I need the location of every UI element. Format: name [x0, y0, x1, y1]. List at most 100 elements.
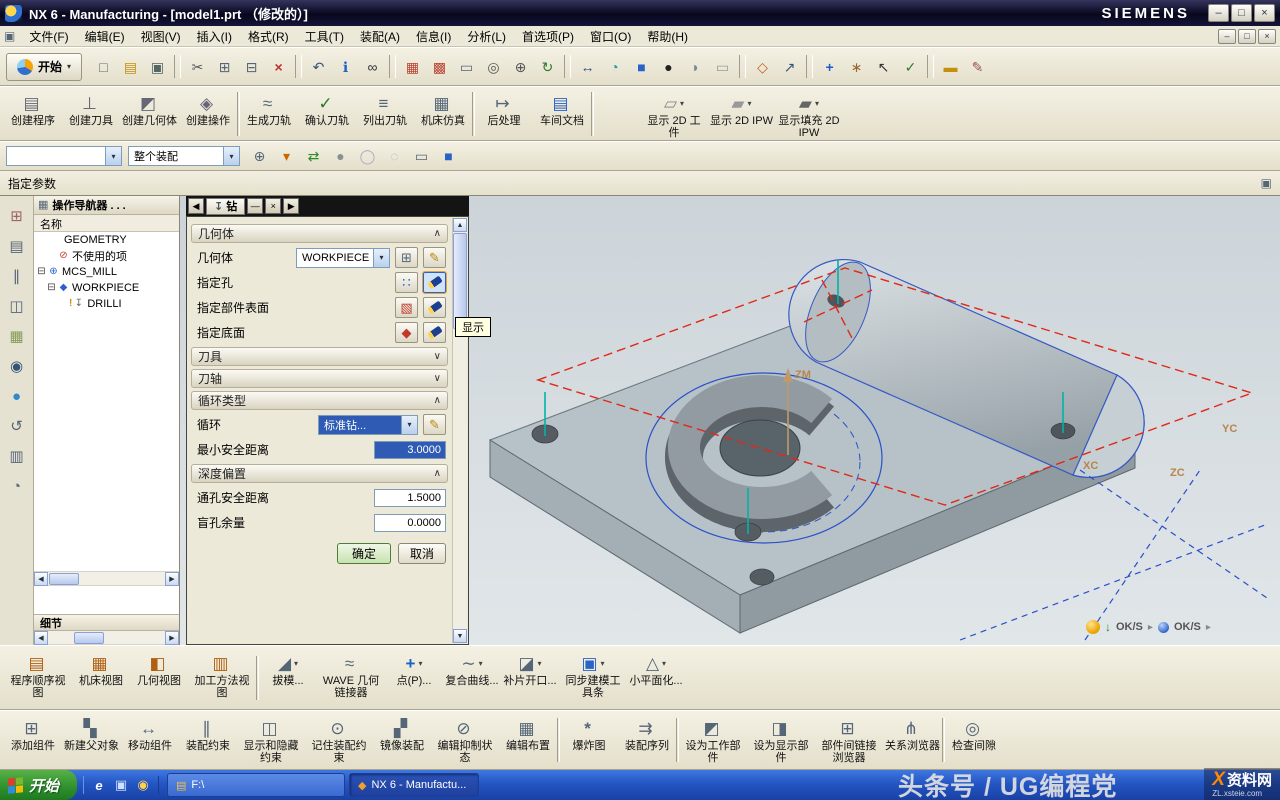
delete-icon[interactable]: × — [266, 55, 291, 78]
cut-icon[interactable]: ✂ — [185, 55, 210, 78]
selection-ok-icon[interactable]: ✓ — [898, 55, 923, 78]
display-bottom-button[interactable] — [423, 322, 446, 343]
point-constructor-icon[interactable]: + — [817, 55, 842, 78]
cycle-select[interactable]: 标准钻... ▾ — [318, 415, 418, 435]
snap-grid2-icon[interactable]: ▩ — [427, 55, 452, 78]
composite-curve-button[interactable]: ∼▾ 复合曲线... — [443, 649, 501, 688]
caret-right-icon[interactable]: ▸ — [1148, 622, 1153, 633]
dialog-collapse-button[interactable]: — — [247, 198, 263, 214]
zoom-in-icon[interactable]: ⊕ — [508, 55, 533, 78]
patch-opening-button[interactable]: ◪▾ 补片开口... — [501, 649, 559, 688]
new-file-icon[interactable]: □ — [91, 55, 116, 78]
name-column-header[interactable]: 名称 — [34, 215, 179, 232]
toolbar-separator[interactable] — [564, 55, 571, 78]
reuse-library-icon[interactable]: ▦ — [4, 324, 30, 348]
dialog-next-button[interactable]: ▶ — [283, 198, 299, 214]
scrollbar-thumb[interactable] — [49, 573, 79, 585]
tree-row[interactable]: ⊟ ⊕ MCS_MILL — [34, 264, 179, 280]
windows-start-button[interactable]: 开始 — [0, 770, 77, 800]
scrollbar-thumb[interactable] — [74, 632, 104, 644]
toolbar-separator[interactable] — [806, 55, 813, 78]
caret-right-icon[interactable]: ▸ — [1206, 622, 1211, 633]
show-2d-ipw-button[interactable]: ▰▾ 显示 2D IPW — [708, 89, 775, 128]
shaded-view-icon[interactable]: ◔ — [602, 55, 627, 78]
scroll-right-icon[interactable]: ▶ — [165, 631, 179, 645]
section-depth-offset[interactable]: 深度偏置 ∧ — [191, 464, 448, 483]
scroll-up-icon[interactable]: ▲ — [453, 218, 467, 232]
plane-icon[interactable]: ▭ — [710, 55, 735, 78]
relations-browser-button[interactable]: ⋔ 关系浏览器 — [883, 714, 942, 753]
synchronous-modeling-button[interactable]: ▣▾ 同步建模工具条 — [559, 649, 627, 700]
rotate-view-icon[interactable]: ↻ — [535, 55, 560, 78]
dialog-close-button[interactable]: × — [265, 198, 281, 214]
constraint-navigator-icon[interactable]: ∥ — [4, 264, 30, 288]
select-holes-button[interactable]: ∷ — [395, 272, 418, 293]
toolbar-separator[interactable] — [295, 55, 302, 78]
scroll-left-icon[interactable]: ◀ — [34, 631, 48, 645]
mirror-assembly-button[interactable]: ▞ 镜像装配 — [373, 714, 431, 753]
navigator-hscrollbar[interactable]: ◀ ▶ — [34, 572, 179, 586]
menu-item[interactable]: 文件(F) — [21, 26, 76, 47]
web-browser-icon[interactable]: ● — [4, 384, 30, 408]
selection-filter-combo[interactable]: ▾ — [6, 146, 122, 166]
list-toolpath-button[interactable]: ≡ 列出刀轨 — [356, 89, 414, 128]
visualization-icon[interactable]: ∞ — [360, 55, 385, 78]
roles-icon[interactable]: ◔ — [4, 474, 30, 498]
min-clearance-input[interactable]: 3.0000 — [374, 441, 446, 459]
assembly-constraints-button[interactable]: ∥ 装配约束 — [179, 714, 237, 753]
fit-view-icon[interactable]: ◎ — [481, 55, 506, 78]
snap-point-icon[interactable]: ⊕ — [247, 145, 272, 168]
snap-grid-icon[interactable]: ▦ — [400, 55, 425, 78]
menu-item[interactable]: 首选项(P) — [514, 26, 582, 47]
minimize-button[interactable]: – — [1208, 4, 1229, 22]
face-analysis-icon[interactable]: ◗ — [683, 55, 708, 78]
section-tool[interactable]: 刀具 ∨ — [191, 347, 448, 366]
menu-item[interactable]: 视图(V) — [133, 26, 189, 47]
create-program-button[interactable]: ▤ 创建程序 — [4, 89, 62, 128]
sphere-icon[interactable]: ● — [656, 55, 681, 78]
menu-item[interactable]: 工具(T) — [297, 26, 352, 47]
ok-button[interactable]: 确定 — [337, 543, 391, 564]
wave-geometry-linker-button[interactable]: ≈ WAVE 几何链接器 — [317, 649, 385, 700]
create-tool-button[interactable]: ⊥ 创建刀具 — [62, 89, 120, 128]
display-holes-button[interactable] — [423, 272, 446, 293]
toolbar-separator[interactable] — [739, 55, 746, 78]
annotate-icon[interactable]: ✎ — [965, 55, 990, 78]
datum-axis-icon[interactable]: ↗ — [777, 55, 802, 78]
create-operation-button[interactable]: ◈ 创建操作 — [179, 89, 237, 128]
make-displayed-part-button[interactable]: ◨ 设为显示部件 — [747, 714, 815, 765]
new-geometry-button[interactable]: ⊞ — [395, 247, 418, 268]
interpart-link-browser-button[interactable]: ⊞ 部件间链接浏览器 — [815, 714, 883, 765]
edit-cycle-button[interactable]: ✎ — [423, 414, 446, 435]
section-geometry[interactable]: 几何体 ∧ — [191, 224, 448, 243]
details-section-header[interactable]: 细节 — [34, 614, 179, 631]
cam-gap[interactable] — [594, 89, 640, 116]
child-close-button[interactable]: × — [1258, 29, 1276, 44]
scroll-right-icon[interactable]: ▶ — [165, 572, 179, 586]
show-hide-constraints-button[interactable]: ◫ 显示和隐藏约束 — [237, 714, 305, 765]
program-order-view-button[interactable]: ▤ 程序顺序视图 — [4, 649, 72, 700]
undo-icon[interactable]: ↶ — [306, 55, 331, 78]
solid-cube-icon[interactable]: ■ — [629, 55, 654, 78]
edit-geometry-button[interactable]: ✎ — [423, 247, 446, 268]
toolbar-separator[interactable] — [174, 55, 181, 78]
section-tool-axis[interactable]: 刀轴 ∨ — [191, 369, 448, 388]
palette-icon[interactable]: ▥ — [4, 444, 30, 468]
assembly-sequence-button[interactable]: ⇉ 装配序列 — [618, 714, 676, 753]
dialog-scrollbar[interactable]: ▲ ▼ — [452, 218, 467, 643]
edit-suppression-button[interactable]: ⊘ 编辑抑制状态 — [431, 714, 499, 765]
edit-arrangements-button[interactable]: ▦ 编辑布置 — [499, 714, 557, 753]
quick-desktop-icon[interactable]: ▣ — [112, 776, 130, 794]
history-icon[interactable]: ↺ — [4, 414, 30, 438]
selection-scope-combo[interactable]: 整个装配 ▾ — [128, 146, 240, 166]
prompt-collapse-icon[interactable]: ▣ — [1261, 176, 1272, 190]
show-filled-2d-ipw-button[interactable]: ▰▾ 显示填充 2D IPW — [775, 89, 843, 140]
machine-simulation-button[interactable]: ▦ 机床仿真 — [414, 89, 472, 128]
scroll-down-icon[interactable]: ▼ — [453, 629, 467, 643]
arc-filter-icon[interactable]: ◌ — [382, 145, 407, 168]
blind-stock-input[interactable]: 0.0000 — [374, 514, 446, 532]
make-work-part-button[interactable]: ◩ 设为工作部件 — [679, 714, 747, 765]
child-restore-button[interactable]: □ — [1238, 29, 1256, 44]
new-parent-button[interactable]: ▚ 新建父对象 — [62, 714, 121, 753]
details-hscrollbar[interactable]: ◀ ▶ — [34, 631, 179, 645]
